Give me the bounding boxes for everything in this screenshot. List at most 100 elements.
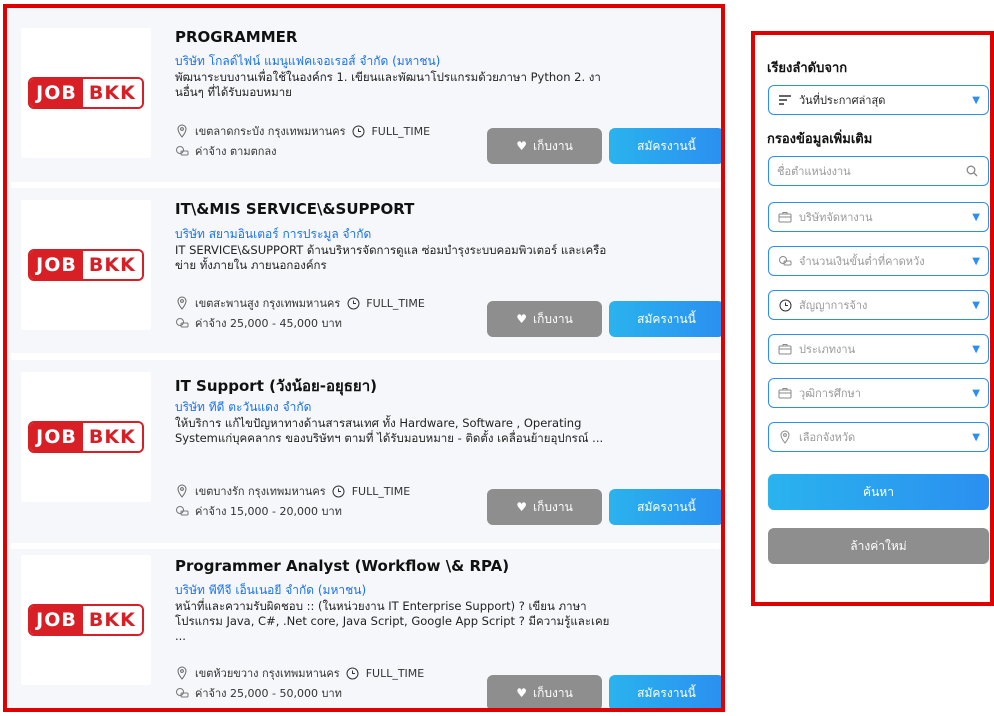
job-location: เขตสะพานสูง กรุงเทพมหานคร [195, 297, 341, 310]
money-icon [777, 255, 793, 267]
job-meta-row: เขตสะพานสูง กรุงเทพมหานคร FULL_TIME [175, 294, 425, 312]
money-icon [175, 144, 189, 158]
company-logo[interactable]: JOB BKK [21, 200, 151, 330]
apply-job-button[interactable]: สมัครงานนี้ [609, 489, 721, 525]
caret-down-icon: ▼ [972, 431, 980, 443]
save-job-button[interactable]: ♥ เก็บงาน [487, 675, 602, 708]
education-placeholder: วุฒิการศึกษา [799, 387, 861, 400]
clock-icon [777, 299, 793, 312]
job-salary: ค่าจ้าง 25,000 - 50,000 บาท [195, 687, 342, 700]
province-placeholder: เลือกจังหวัด [799, 431, 856, 444]
jobbkk-logo: JOB BKK [28, 249, 144, 281]
job-description: พัฒนาระบบงานเพื่อใช้ในองค์กร 1. เขียนและ… [175, 70, 601, 99]
job-description: IT SERVICE\&SUPPORT ด้านบริหารจัดการดูแล… [175, 243, 607, 272]
location-pin-icon [175, 666, 189, 680]
position-search-input[interactable]: ชื่อตำแหน่งงาน [768, 156, 989, 186]
briefcase-icon [777, 211, 793, 223]
job-card[interactable]: JOB BKK IT Support (วังน้อย-อยุธยา) บริษ… [11, 360, 721, 543]
jobbkk-logo: JOB BKK [28, 421, 144, 453]
jobbkk-logo: JOB BKK [28, 604, 144, 636]
job-type: FULL_TIME [366, 296, 425, 310]
job-description: ให้บริการ แก้ไขปัญหาทางด้านสารสนเทศ ทั้ง… [175, 416, 604, 445]
location-pin-icon [175, 296, 189, 310]
job-type: FULL_TIME [371, 124, 431, 138]
company-select[interactable]: บริษัทจัดหางาน ▼ [768, 202, 989, 232]
salary-placeholder: จำนวนเงินขั้นต่ำที่คาดหวัง [799, 255, 925, 268]
company-name[interactable]: บริษัท โกลด์ไฟน์ แมนูแฟคเจอเรอส์ จำกัด (… [175, 52, 440, 71]
apply-job-button[interactable]: สมัครงานนี้ [609, 675, 721, 708]
job-title[interactable]: IT Support (วังน้อย-อยุธยา) [175, 374, 377, 398]
apply-job-button[interactable]: สมัครงานนี้ [609, 301, 721, 337]
save-job-button[interactable]: ♥ เก็บงาน [487, 128, 602, 164]
clock-icon [346, 296, 360, 310]
jobtype-select[interactable]: ประเภทงาน ▼ [768, 334, 989, 364]
save-job-button[interactable]: ♥ เก็บงาน [487, 301, 602, 337]
filter-heading: กรองข้อมูลเพิ่มเติม [767, 132, 873, 147]
caret-down-icon: ▼ [972, 299, 980, 311]
location-pin-icon [175, 484, 189, 498]
money-icon [175, 504, 189, 518]
company-logo[interactable]: JOB BKK [21, 372, 151, 502]
salary-row: ค่าจ้าง 25,000 - 50,000 บาท [175, 684, 342, 702]
job-salary: ค่าจ้าง 15,000 - 20,000 บาท [195, 505, 342, 518]
heart-icon: ♥ [516, 139, 527, 153]
location-pin-icon [777, 430, 793, 444]
job-type: FULL_TIME [365, 666, 425, 680]
job-title[interactable]: Programmer Analyst (Workflow \& RPA) [175, 557, 509, 575]
job-type: FULL_TIME [351, 484, 411, 498]
job-location: เขตห้วยขวาง กรุงเทพมหานคร [195, 667, 340, 680]
company-placeholder: บริษัทจัดหางาน [799, 211, 873, 224]
sort-select-value: วันที่ประกาศล่าสุด [799, 94, 886, 107]
company-name[interactable]: บริษัท พีทีจี เอ็นเนอยี จำกัด (มหาชน) [175, 581, 366, 600]
sort-heading: เรียงลำดับจาก [767, 61, 848, 76]
salary-row: ค่าจ้าง 25,000 - 45,000 บาท [175, 314, 342, 332]
save-job-button[interactable]: ♥ เก็บงาน [487, 489, 602, 525]
company-name[interactable]: บริษัท ทีดี ตะวันแดง จำกัด [175, 398, 311, 417]
sort-icon [777, 95, 793, 105]
job-card[interactable]: JOB BKK IT\&MIS SERVICE\&SUPPORT บริษัท … [11, 188, 721, 353]
search-icon [964, 165, 980, 177]
apply-job-button[interactable]: สมัครงานนี้ [609, 128, 721, 164]
caret-down-icon: ▼ [972, 211, 980, 223]
job-card[interactable]: JOB BKK Programmer Analyst (Workflow \& … [11, 549, 721, 708]
company-name[interactable]: บริษัท สยามอินเตอร์ การประมูล จำกัด [175, 225, 371, 244]
briefcase-icon [777, 343, 793, 355]
salary-row: ค่าจ้าง 15,000 - 20,000 บาท [175, 502, 342, 520]
money-icon [175, 316, 189, 330]
job-salary: ค่าจ้าง ตามตกลง [195, 145, 277, 158]
reset-button[interactable]: ล้างค่าใหม่ [768, 528, 989, 564]
job-salary: ค่าจ้าง 25,000 - 45,000 บาท [195, 317, 342, 330]
job-meta-row: เขตลาดกระบัง กรุงเทพมหานคร FULL_TIME [175, 122, 430, 140]
jobtype-placeholder: ประเภทงาน [799, 343, 856, 356]
contract-select[interactable]: สัญญาการจ้าง ▼ [768, 290, 989, 320]
caret-down-icon: ▼ [972, 94, 980, 106]
jobbkk-logo: JOB BKK [28, 77, 144, 109]
caret-down-icon: ▼ [972, 387, 980, 399]
heart-icon: ♥ [516, 312, 527, 326]
job-description: หน้าที่และความรับผิดชอบ :: (ในหน่วยงาน I… [175, 599, 610, 643]
job-title[interactable]: PROGRAMMER [175, 28, 297, 46]
salary-select[interactable]: จำนวนเงินขั้นต่ำที่คาดหวัง ▼ [768, 246, 989, 276]
clock-icon [351, 124, 365, 138]
caret-down-icon: ▼ [972, 343, 980, 355]
heart-icon: ♥ [516, 686, 527, 700]
job-meta-row: เขตบางรัก กรุงเทพมหานคร FULL_TIME [175, 482, 410, 500]
location-pin-icon [175, 124, 189, 138]
job-list: JOB BKK PROGRAMMER บริษัท โกลด์ไฟน์ แมนู… [3, 4, 725, 712]
company-logo[interactable]: JOB BKK [21, 28, 151, 158]
sort-select[interactable]: วันที่ประกาศล่าสุด ▼ [768, 85, 989, 115]
search-button[interactable]: ค้นหา [768, 474, 989, 510]
job-location: เขตลาดกระบัง กรุงเทพมหานคร [195, 125, 346, 138]
job-card[interactable]: JOB BKK PROGRAMMER บริษัท โกลด์ไฟน์ แมนู… [11, 12, 721, 182]
contract-placeholder: สัญญาการจ้าง [799, 299, 868, 312]
company-logo[interactable]: JOB BKK [21, 555, 151, 685]
province-select[interactable]: เลือกจังหวัด ▼ [768, 422, 989, 452]
job-meta-row: เขตห้วยขวาง กรุงเทพมหานคร FULL_TIME [175, 664, 424, 682]
briefcase-icon [777, 387, 793, 399]
filter-panel: เรียงลำดับจาก วันที่ประกาศล่าสุด ▼ กรองข… [751, 31, 994, 606]
education-select[interactable]: วุฒิการศึกษา ▼ [768, 378, 989, 408]
money-icon [175, 686, 189, 700]
job-title[interactable]: IT\&MIS SERVICE\&SUPPORT [175, 200, 414, 218]
position-placeholder: ชื่อตำแหน่งงาน [777, 165, 851, 178]
caret-down-icon: ▼ [972, 255, 980, 267]
